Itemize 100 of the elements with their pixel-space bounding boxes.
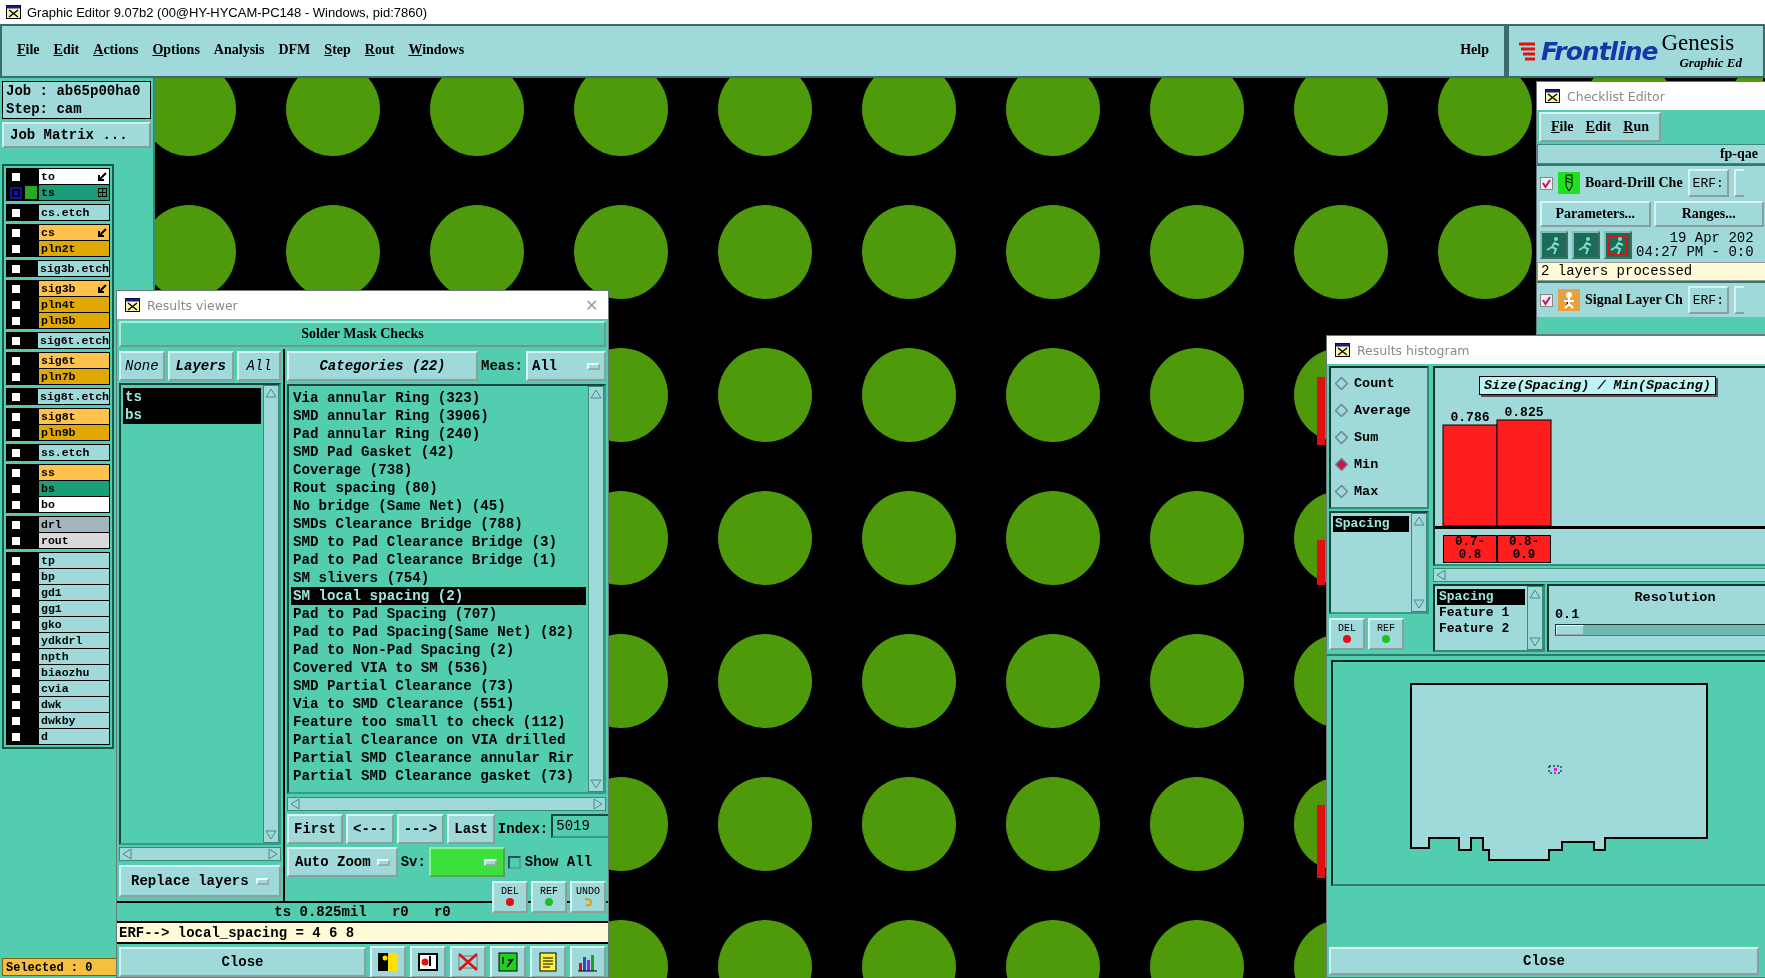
list-item[interactable]: Partial SMD Clearance annular Rir — [291, 749, 586, 767]
layer-name[interactable]: sig8t — [39, 409, 109, 424]
pad[interactable] — [862, 920, 956, 978]
layer-name[interactable]: sig8t.etch — [38, 389, 109, 404]
pad[interactable] — [862, 348, 956, 442]
radio-icon[interactable] — [1335, 377, 1348, 390]
list-item[interactable]: SM slivers (754) — [291, 569, 586, 587]
pad[interactable] — [862, 78, 956, 156]
layer-checkbox[interactable] — [10, 634, 22, 647]
pad[interactable] — [1006, 491, 1100, 585]
menu-item[interactable]: Windows — [401, 38, 472, 64]
layer-checkbox[interactable] — [10, 730, 22, 743]
pad[interactable] — [430, 78, 524, 156]
layer-name[interactable]: cs — [39, 225, 109, 240]
layer-name[interactable]: rout — [39, 533, 109, 548]
layer-name[interactable]: bp — [39, 569, 109, 584]
meas-dropdown[interactable]: All — [526, 351, 606, 381]
layer-name[interactable]: dwk — [39, 697, 109, 712]
pad[interactable] — [718, 634, 812, 728]
layer-name[interactable]: ts — [39, 185, 109, 200]
pad[interactable] — [1150, 491, 1244, 585]
pad[interactable] — [1006, 920, 1100, 978]
parameters-button[interactable]: Parameters... — [1540, 201, 1651, 227]
undo-button[interactable]: UNDO — [570, 881, 606, 913]
layer-checkbox[interactable] — [10, 534, 22, 547]
radio-option[interactable]: Count — [1335, 370, 1423, 397]
radio-icon[interactable] — [1335, 404, 1348, 417]
list-item[interactable]: Partial Clearance on VIA drilled — [291, 731, 586, 749]
layer-name[interactable]: to — [39, 169, 109, 184]
list-item[interactable]: Pad to Pad Spacing (707) — [291, 605, 586, 623]
nav-button[interactable]: <--- — [346, 814, 394, 844]
layer-name[interactable]: bs — [39, 481, 109, 496]
layer-checkbox[interactable] — [10, 426, 22, 439]
pad[interactable] — [1006, 348, 1100, 442]
close-button[interactable]: Close — [1329, 947, 1759, 975]
list-item[interactable]: Feature 1 — [1437, 605, 1525, 621]
pad[interactable] — [1294, 78, 1388, 156]
layer-name[interactable]: gg1 — [39, 601, 109, 616]
radio-option[interactable]: Average — [1335, 397, 1423, 424]
erf-button[interactable]: ERF: — [1687, 169, 1729, 197]
radio-option[interactable]: Sum — [1335, 424, 1423, 451]
erf-button[interactable]: ERF: — [1687, 286, 1729, 314]
layer-name[interactable]: sig6t.etch — [38, 333, 109, 348]
pad[interactable] — [1150, 205, 1244, 299]
menu-item[interactable]: Run — [1619, 119, 1653, 135]
layer-checkbox[interactable] — [10, 698, 22, 711]
layer-checkbox[interactable] — [10, 554, 22, 567]
layer-name[interactable]: cs.etch — [39, 205, 109, 220]
pad[interactable] — [1006, 634, 1100, 728]
list-item[interactable]: No bridge (Same Net) (45) — [291, 497, 586, 515]
layer-checkbox[interactable] — [10, 518, 22, 531]
pad[interactable] — [718, 920, 812, 978]
list-item[interactable]: Spacing — [1437, 589, 1525, 605]
menu-item[interactable]: Options — [145, 38, 207, 64]
layer-name[interactable]: cvia — [39, 681, 109, 696]
pad[interactable] — [718, 205, 812, 299]
list-item[interactable]: Pad annular Ring (240) — [291, 425, 586, 443]
pad[interactable] — [1150, 634, 1244, 728]
pad[interactable] — [862, 634, 956, 728]
ranges-button[interactable]: Ranges... — [1653, 201, 1764, 227]
close-button[interactable]: Close — [119, 947, 366, 977]
run-button[interactable] — [1604, 231, 1632, 259]
list-item[interactable]: Pad to Non-Pad Spacing (2) — [291, 641, 586, 659]
select-button[interactable]: All — [237, 351, 281, 381]
pad[interactable] — [1006, 205, 1100, 299]
layer-checkbox[interactable] — [10, 170, 22, 183]
pad[interactable] — [862, 777, 956, 871]
nav-button[interactable]: ---> — [396, 814, 445, 844]
select-button[interactable]: None — [119, 351, 165, 381]
pad[interactable] — [155, 78, 236, 156]
list-item[interactable]: SMD Pad Gasket (42) — [291, 443, 586, 461]
layer-name[interactable]: sig6t — [39, 353, 109, 368]
list-item[interactable]: ts — [123, 388, 261, 406]
list-item[interactable]: Coverage (738) — [291, 461, 586, 479]
layer-checkbox[interactable] — [10, 298, 22, 311]
menu-item[interactable]: Rout — [357, 38, 402, 64]
layer-name[interactable]: pln9b — [39, 425, 109, 440]
layer-name[interactable]: ss — [39, 465, 109, 480]
horizontal-scrollbar[interactable] — [1433, 568, 1765, 582]
job-matrix-button[interactable]: Job Matrix ... — [2, 122, 151, 148]
menu-item[interactable]: Analysis — [206, 38, 272, 64]
pad[interactable] — [1438, 78, 1532, 156]
list-item[interactable]: Partial SMD Clearance gasket (73) — [291, 767, 586, 785]
layer-checkbox[interactable] — [10, 498, 22, 511]
layer-checkbox[interactable] — [10, 390, 22, 403]
menu-item[interactable]: Step — [317, 38, 358, 64]
layer-checkbox[interactable] — [10, 242, 22, 255]
layer-name[interactable]: ss.etch — [39, 445, 109, 460]
menu-item[interactable]: DFM — [271, 38, 318, 64]
list-item[interactable]: SMD annular Ring (3906) — [291, 407, 586, 425]
layer-checkbox[interactable] — [10, 354, 22, 367]
pad[interactable] — [1150, 920, 1244, 978]
pad[interactable] — [862, 491, 956, 585]
layer-checkbox[interactable] — [10, 314, 22, 327]
nav-button[interactable]: Last — [447, 814, 495, 844]
layer-checkbox[interactable] — [10, 206, 22, 219]
toolbar-button[interactable] — [410, 946, 446, 977]
menu-item[interactable]: Actions — [86, 38, 146, 64]
layer-name[interactable]: pln2t — [39, 241, 109, 256]
layer-name[interactable]: sig3b.etch — [38, 261, 109, 276]
